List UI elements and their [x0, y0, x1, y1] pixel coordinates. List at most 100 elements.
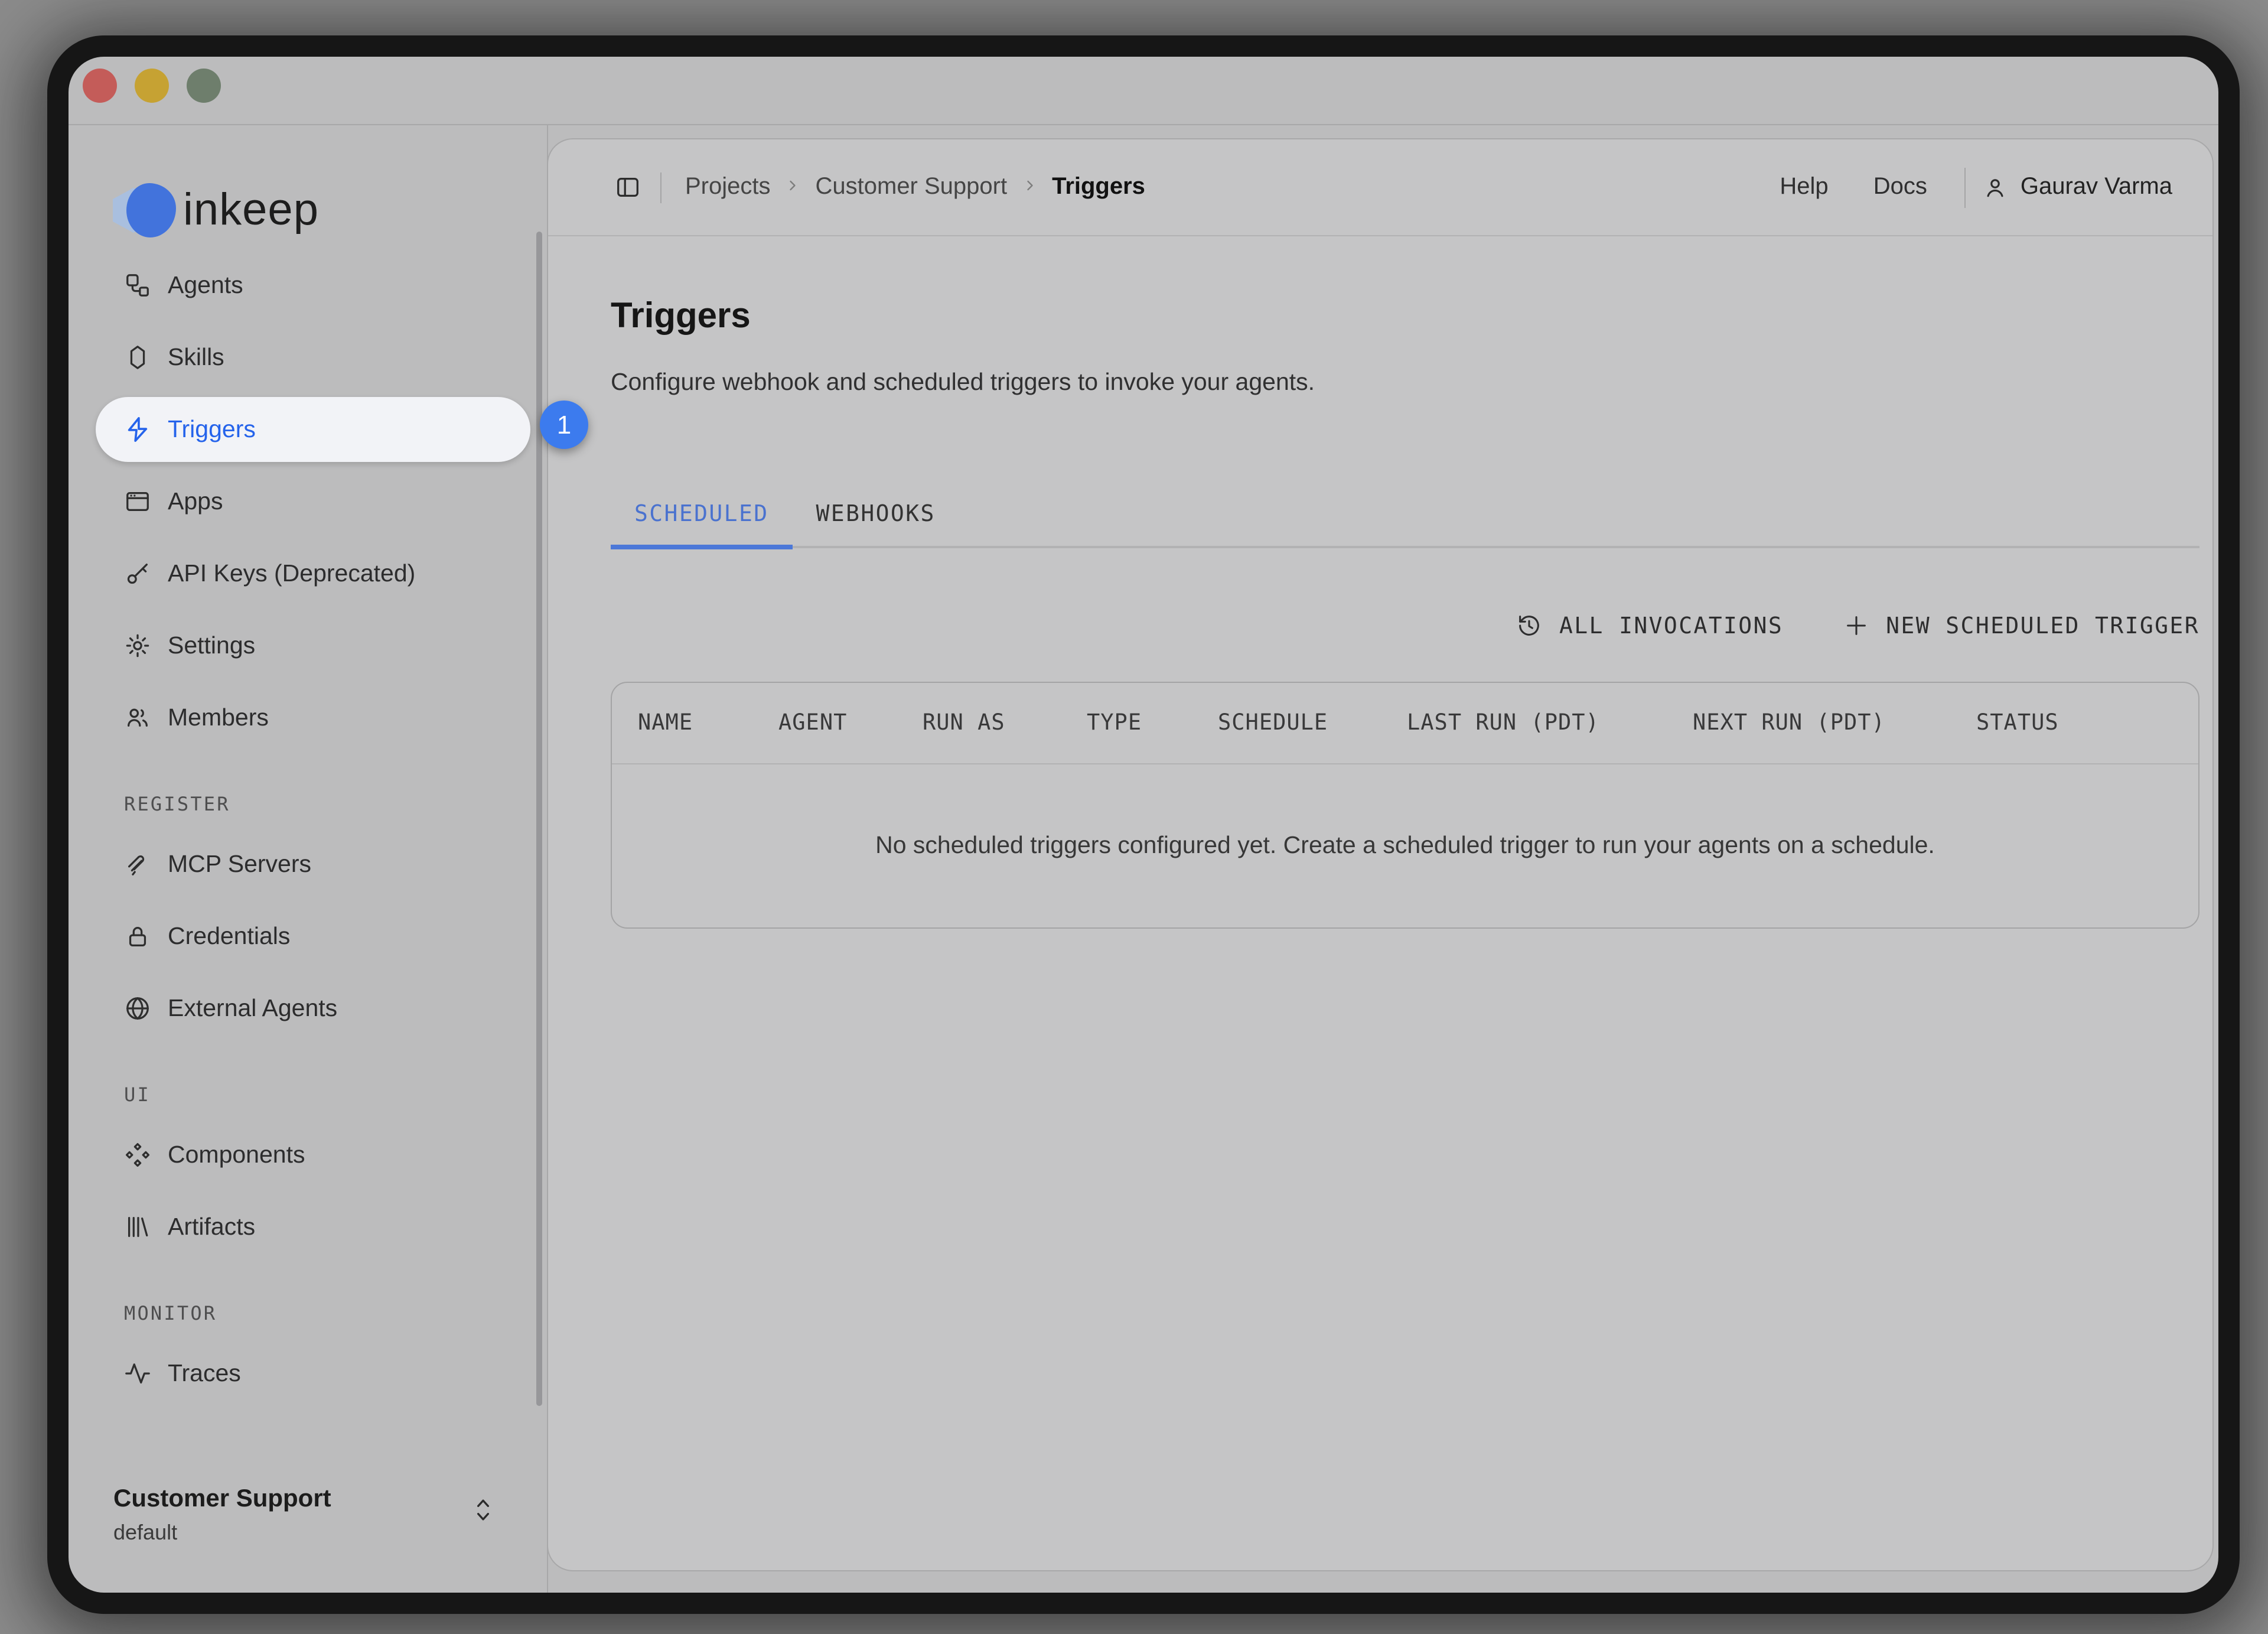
hexagon-icon [124, 344, 151, 371]
breadcrumb-projects[interactable]: Projects [685, 174, 771, 201]
empty-state-message: No scheduled triggers configured yet. Cr… [875, 832, 1935, 860]
sidebar-item-apps[interactable]: Apps [96, 469, 530, 534]
column-header-schedule: SCHEDULE [1218, 711, 1328, 735]
docs-link[interactable]: Docs [1873, 174, 1927, 201]
header-separator [660, 172, 662, 203]
window-content: inkeep Agents Skills Triggers [69, 57, 2218, 1593]
column-header-type: TYPE [1087, 711, 1142, 735]
sidebar-toggle-button[interactable] [614, 174, 641, 201]
sidebar-item-label: Settings [168, 632, 255, 660]
mcp-icon [124, 851, 151, 878]
column-header-run-as: RUN AS [923, 711, 1005, 735]
user-menu[interactable]: Gaurav Varma [1983, 174, 2172, 201]
all-invocations-label: ALL INVOCATIONS [1559, 613, 1783, 639]
tab-webhooks[interactable]: WEBHOOKS [793, 501, 959, 546]
sidebar-item-credentials[interactable]: Credentials [96, 904, 530, 969]
inkeep-logo-text: inkeep [183, 185, 319, 236]
lock-icon [124, 923, 151, 950]
sidebar-item-external-agents[interactable]: External Agents [96, 976, 530, 1041]
sidebar-item-triggers[interactable]: Triggers [96, 397, 530, 462]
sidebar-item-label: Credentials [168, 922, 290, 951]
sidebar-item-label: Triggers [168, 415, 256, 444]
scheduled-triggers-table: NAME AGENT RUN AS TYPE SCHEDULE LAST RUN… [611, 682, 2199, 929]
gear-icon [124, 632, 151, 659]
inkeep-logo: inkeep [111, 180, 547, 241]
sidebar-item-mcp-servers[interactable]: MCP Servers [96, 832, 530, 897]
zap-icon [124, 416, 151, 443]
agents-icon [124, 272, 151, 299]
tab-bar: SCHEDULED WEBHOOKS [611, 501, 2199, 548]
sidebar-item-components[interactable]: Components [96, 1122, 530, 1187]
column-header-next-run: NEXT RUN (PDT) [1693, 711, 1885, 735]
sidebar-item-settings[interactable]: Settings [96, 613, 530, 678]
desktop: inkeep Agents Skills Triggers [0, 0, 2268, 1634]
user-name: Gaurav Varma [2021, 174, 2172, 201]
breadcrumb-customer-support[interactable]: Customer Support [816, 174, 1008, 201]
chevron-right-icon [785, 174, 801, 201]
project-switcher[interactable]: Customer Support default [113, 1485, 511, 1545]
help-link[interactable]: Help [1780, 174, 1828, 201]
key-icon [124, 560, 151, 587]
sidebar-section-monitor: MONITOR [124, 1302, 530, 1324]
project-name: Customer Support [113, 1485, 511, 1513]
sidebar-item-label: Members [168, 704, 269, 732]
breadcrumb: Projects Customer Support Triggers [685, 174, 1145, 201]
column-header-name: NAME [638, 711, 693, 735]
sidebar-item-agents[interactable]: Agents [96, 253, 530, 318]
sidebar-item-label: MCP Servers [168, 850, 311, 878]
sidebar-item-label: External Agents [168, 994, 337, 1023]
column-header-last-run: LAST RUN (PDT) [1407, 711, 1599, 735]
all-invocations-button[interactable]: ALL INVOCATIONS [1516, 612, 1783, 639]
minimize-window-button[interactable] [135, 69, 169, 103]
sidebar-item-label: Artifacts [168, 1213, 255, 1241]
header-actions: Help Docs Gaurav Varma [1735, 167, 2172, 207]
zoom-window-button[interactable] [187, 69, 221, 103]
column-header-status: STATUS [1976, 711, 2059, 735]
table-body: No scheduled triggers configured yet. Cr… [612, 764, 2198, 927]
sidebar-item-label: API Keys (Deprecated) [168, 559, 415, 588]
users-icon [124, 704, 151, 731]
activity-icon [124, 1360, 151, 1387]
inkeep-logo-icon [111, 180, 172, 241]
sidebar-item-skills[interactable]: Skills [96, 325, 530, 390]
table-header-row: NAME AGENT RUN AS TYPE SCHEDULE LAST RUN… [612, 683, 2198, 764]
app-window: inkeep Agents Skills Triggers [47, 35, 2240, 1614]
sidebar-item-label: Traces [168, 1359, 241, 1388]
globe-icon [124, 995, 151, 1022]
sidebar-section-ui: UI [124, 1083, 530, 1106]
column-header-agent: AGENT [778, 711, 847, 735]
new-scheduled-trigger-label: NEW SCHEDULED TRIGGER [1886, 613, 2199, 639]
sidebar-item-traces[interactable]: Traces [96, 1341, 530, 1406]
sidebar-item-api-keys[interactable]: API Keys (Deprecated) [96, 541, 530, 606]
breadcrumb-triggers: Triggers [1052, 174, 1145, 201]
sidebar-item-artifacts[interactable]: Artifacts [96, 1194, 530, 1259]
panel-body: Triggers Configure webhook and scheduled… [548, 295, 2212, 929]
table-actions: ALL INVOCATIONS NEW SCHEDULED TRIGGER [611, 612, 2199, 639]
project-environment: default [113, 1521, 511, 1545]
user-icon [1983, 174, 2009, 200]
header-separator [1965, 167, 1966, 207]
plus-icon [1842, 612, 1869, 639]
sidebar-item-label: Skills [168, 343, 224, 372]
sidebar-scrollbar[interactable] [536, 232, 542, 1406]
sidebar-item-label: Agents [168, 271, 243, 300]
page-title: Triggers [611, 295, 2199, 338]
sidebar-item-label: Apps [168, 487, 223, 516]
sidebar-item-label: Components [168, 1141, 305, 1169]
window-titlebar [69, 57, 2218, 125]
library-icon [124, 1213, 151, 1241]
new-scheduled-trigger-button[interactable]: NEW SCHEDULED TRIGGER [1842, 612, 2199, 639]
sidebar: inkeep Agents Skills Triggers [69, 125, 547, 1593]
sidebar-item-members[interactable]: Members [96, 685, 530, 750]
components-icon [124, 1141, 151, 1168]
panel-header: Projects Customer Support Triggers Help … [548, 139, 2212, 236]
sidebar-section-register: REGISTER [124, 793, 530, 815]
tab-scheduled[interactable]: SCHEDULED [611, 501, 793, 549]
history-icon [1516, 612, 1543, 639]
sidebar-nav: Agents Skills Triggers Apps [69, 253, 547, 1406]
chevron-right-icon [1021, 174, 1038, 201]
close-window-button[interactable] [83, 69, 117, 103]
app-window-icon [124, 488, 151, 515]
annotation-step-badge: 1 [540, 401, 588, 449]
main-panel: Projects Customer Support Triggers Help … [547, 138, 2214, 1571]
